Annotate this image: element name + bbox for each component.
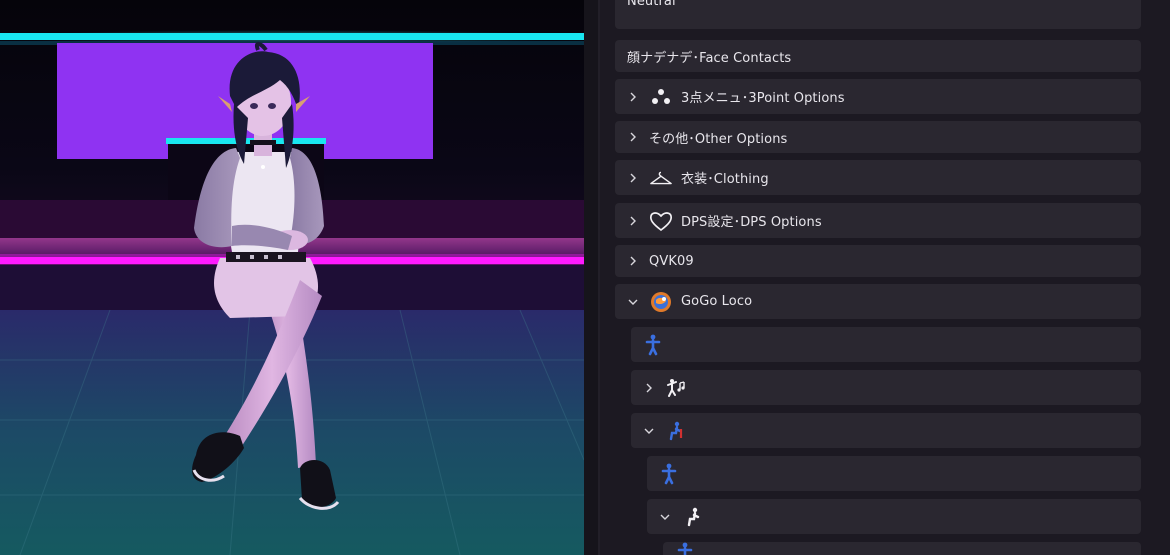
menu-item-qvk09[interactable]: QVK09 bbox=[615, 245, 1141, 277]
chevron-down-icon bbox=[659, 511, 671, 523]
menu-item-label: QVK09 bbox=[649, 253, 694, 269]
standing-figure-icon bbox=[641, 333, 665, 357]
dancing-figure-icon bbox=[665, 376, 689, 400]
menu-item-label: DPS設定･DPS Options bbox=[681, 215, 822, 230]
sitting-pose-icon bbox=[681, 505, 705, 529]
chevron-right-icon bbox=[627, 215, 639, 227]
three-dots-icon bbox=[649, 85, 673, 109]
chevron-down-icon bbox=[643, 425, 655, 437]
sitting-figure-icon bbox=[665, 419, 689, 443]
menu-item-label: GoGo Loco bbox=[681, 294, 753, 309]
heart-icon bbox=[649, 209, 673, 233]
submenu-item-sit[interactable] bbox=[631, 413, 1141, 448]
submenu-item-dance[interactable] bbox=[631, 370, 1141, 405]
chevron-right-icon bbox=[627, 131, 639, 143]
scene-render bbox=[0, 30, 584, 555]
chevron-down-icon bbox=[627, 296, 639, 308]
standing-figure-icon bbox=[657, 462, 681, 486]
menu-item-label: 衣装･Clothing bbox=[681, 172, 769, 187]
menu-item-face-contacts[interactable]: 顔ナデナデ･Face Contacts bbox=[615, 40, 1141, 72]
menu-item-label: Neutral bbox=[627, 0, 676, 9]
menu-item-label: 3点メニュ･3Point Options bbox=[681, 91, 845, 106]
standing-figure-icon bbox=[673, 541, 697, 555]
chevron-right-icon bbox=[627, 255, 639, 267]
submenu-item-sit-pose-stand[interactable] bbox=[663, 542, 1141, 555]
gogoloco-logo-icon bbox=[649, 290, 673, 314]
panel-gutter bbox=[584, 0, 598, 555]
chevron-right-icon bbox=[627, 172, 639, 184]
panel-rail bbox=[598, 0, 600, 555]
menu-item-3point-options[interactable]: 3点メニュ･3Point Options bbox=[615, 79, 1141, 114]
avatar-viewport[interactable] bbox=[0, 0, 584, 555]
chevron-right-icon bbox=[627, 91, 639, 103]
menu-item-gogo-loco[interactable]: GoGo Loco bbox=[615, 284, 1141, 319]
hanger-icon bbox=[649, 166, 673, 190]
menu-item-label: 顔ナデナデ･Face Contacts bbox=[627, 50, 792, 66]
chevron-right-icon bbox=[643, 382, 655, 394]
expressions-menu-panel: Neutral 顔ナデナデ･Face Contacts 3点メニュ･3Point… bbox=[584, 0, 1170, 555]
menu-item-label: その他･Other Options bbox=[649, 131, 788, 147]
menu-item-neutral[interactable]: Neutral bbox=[615, 0, 1141, 29]
submenu-item-sit-pose[interactable] bbox=[647, 499, 1141, 534]
menu-item-clothing[interactable]: 衣装･Clothing bbox=[615, 160, 1141, 195]
submenu-item-stand[interactable] bbox=[631, 327, 1141, 362]
menu-item-dps-options[interactable]: DPS設定･DPS Options bbox=[615, 203, 1141, 238]
menu-item-other-options[interactable]: その他･Other Options bbox=[615, 121, 1141, 153]
submenu-item-sit-stand[interactable] bbox=[647, 456, 1141, 491]
